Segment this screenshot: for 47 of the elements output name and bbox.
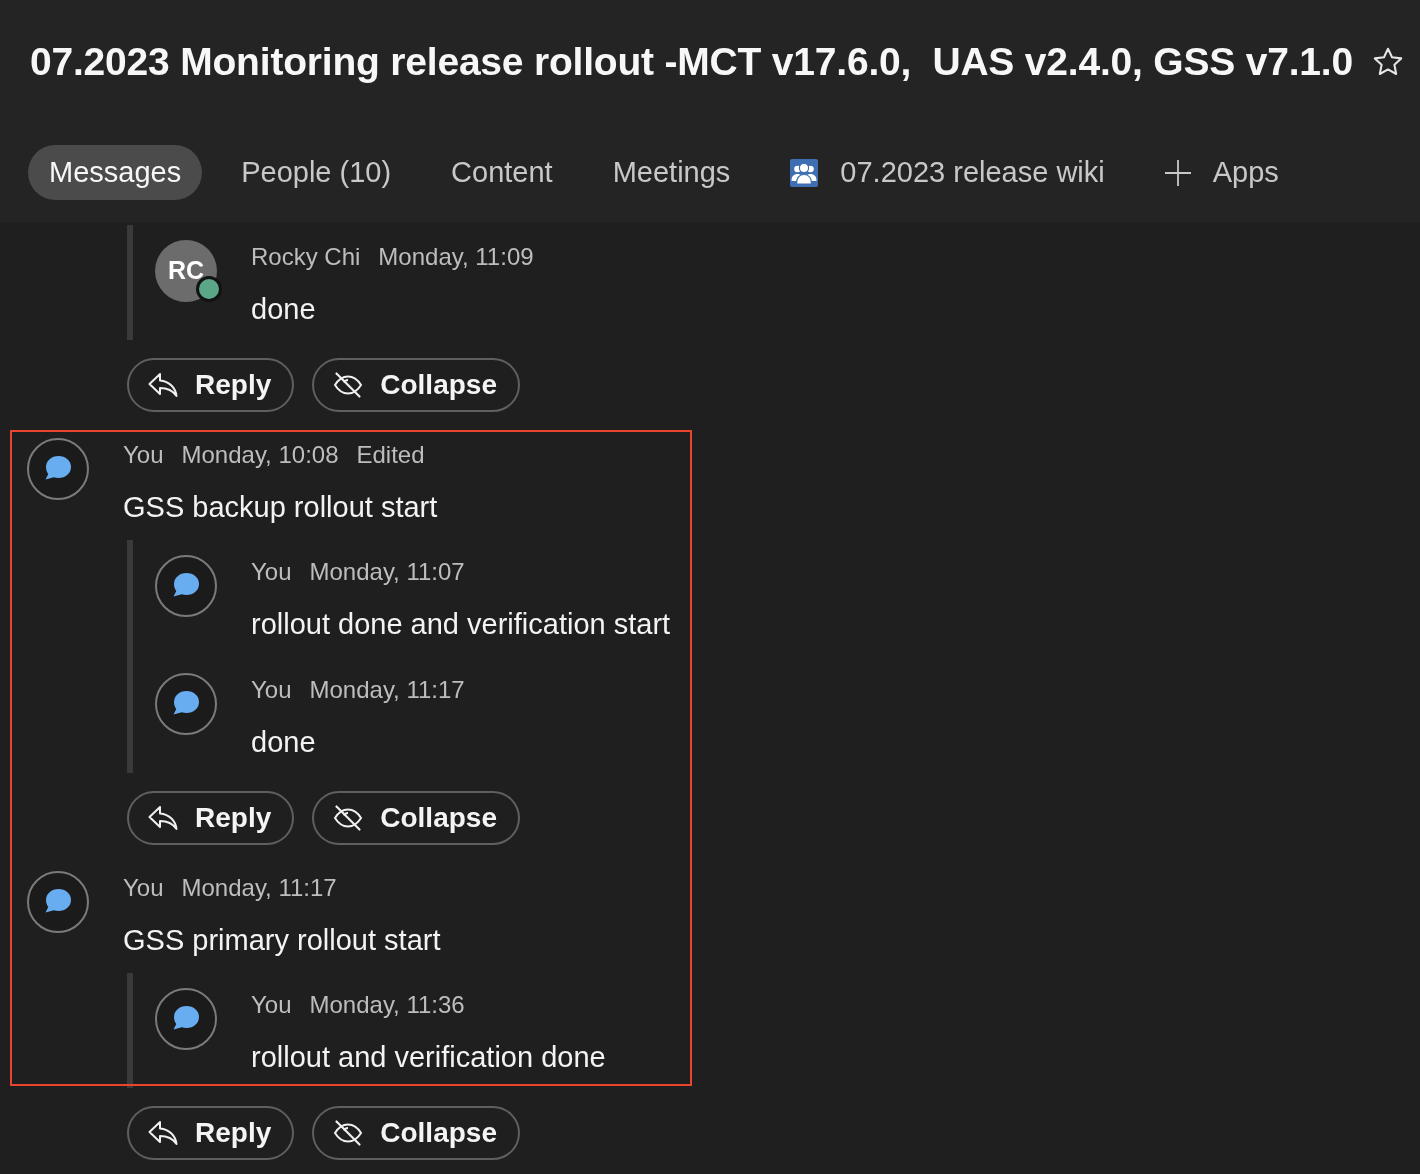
- message-text: GSS primary rollout start: [123, 923, 441, 958]
- avatar: RC: [155, 240, 217, 302]
- collapse-button[interactable]: Collapse: [312, 358, 520, 412]
- message-time: Monday, 10:08: [181, 440, 339, 470]
- page-title: 07.2023 Monitoring release rollout -MCT v17.6.0, UAS v2.4.0, GSS v7.1.0: [30, 39, 1353, 85]
- chat-bubble-icon: [155, 988, 217, 1050]
- eye-slash-icon: [333, 1119, 364, 1147]
- tab[interactable]: Content: [430, 145, 574, 200]
- edited-label: Edited: [356, 440, 425, 470]
- people-icon: [790, 158, 819, 187]
- message-text: rollout done and verification start: [251, 607, 671, 642]
- chat-bubble-icon: [27, 438, 89, 500]
- eye-slash-icon: [333, 371, 364, 399]
- reply-button[interactable]: Reply: [127, 358, 295, 412]
- message-time: Monday, 11:17: [309, 675, 465, 705]
- message-text: rollout and verification done: [251, 1040, 606, 1075]
- author-name: Rocky Chi: [251, 242, 361, 272]
- author-name: You: [251, 675, 292, 705]
- tab[interactable]: Messages: [28, 145, 203, 200]
- tab[interactable]: People (10): [220, 145, 413, 200]
- chat-bubble-icon: [155, 673, 217, 735]
- plus-icon: [1164, 159, 1191, 186]
- author-name: You: [123, 873, 164, 903]
- message-time: Monday, 11:17: [181, 873, 337, 903]
- tab[interactable]: Meetings: [591, 145, 752, 200]
- star-icon[interactable]: [1372, 47, 1403, 77]
- reply-arrow-icon: [148, 372, 178, 398]
- reply-button[interactable]: Reply: [127, 791, 295, 845]
- message-text: done: [251, 725, 316, 760]
- eye-slash-icon: [333, 804, 364, 832]
- message-time: Monday, 11:36: [309, 990, 465, 1020]
- message-time: Monday, 11:07: [309, 557, 465, 587]
- chat-bubble-icon: [27, 871, 89, 933]
- message-text: GSS backup rollout start: [123, 490, 438, 525]
- reply-arrow-icon: [148, 1120, 178, 1146]
- message-time: Monday, 11:09: [378, 242, 534, 272]
- reply-button[interactable]: Reply: [127, 1106, 295, 1160]
- collapse-button[interactable]: Collapse: [312, 791, 520, 845]
- tab[interactable]: Apps: [1143, 145, 1300, 200]
- message-text: done: [251, 292, 316, 327]
- reply-arrow-icon: [148, 805, 178, 831]
- author-name: You: [251, 990, 292, 1020]
- collapse-button[interactable]: Collapse: [312, 1106, 520, 1160]
- author-name: You: [123, 440, 164, 470]
- author-name: You: [251, 557, 292, 587]
- tab[interactable]: 07.2023 release wiki: [769, 145, 1126, 200]
- chat-bubble-icon: [155, 555, 217, 617]
